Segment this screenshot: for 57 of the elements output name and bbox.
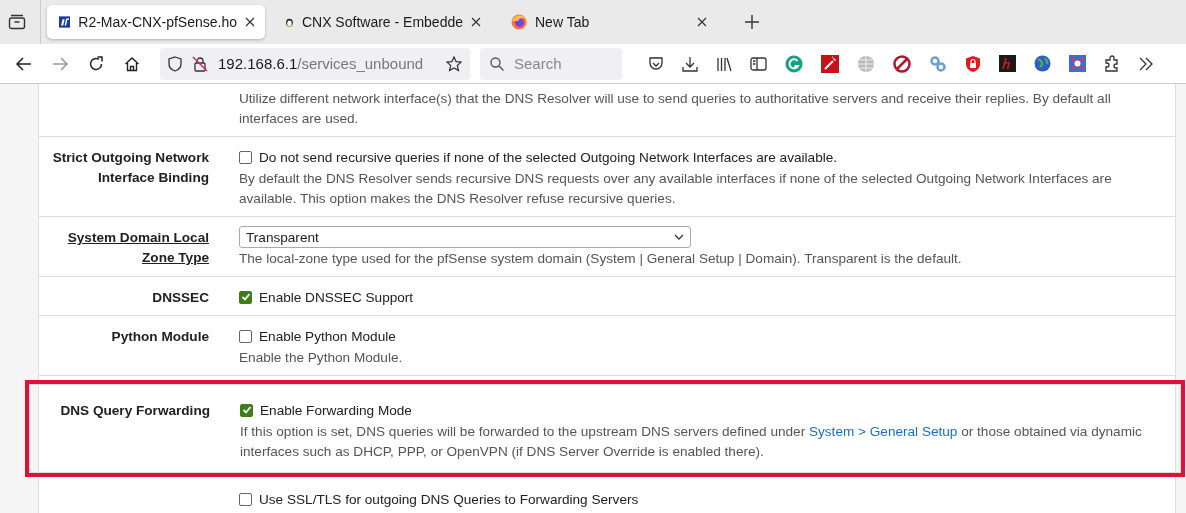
block-icon[interactable] [893, 54, 911, 73]
field-label: DNSSEC [152, 289, 209, 307]
help-text: Enable the Python Module. [239, 349, 404, 367]
browser-tab[interactable]: CNX Software - Embedde [273, 5, 491, 39]
field-label: Python Module [111, 328, 209, 346]
address-field[interactable]: 192.168.6.1/services_unbound [160, 47, 470, 80]
option-label: Enable Forwarding Mode [260, 402, 412, 418]
forward-icon[interactable] [50, 56, 70, 71]
overflow-menu-icon[interactable] [1138, 56, 1154, 71]
help-text: By default the DNS Resolver sends recursive DNS requests over any available interfaces if none of the selected Outgoing Network Interfaces are available. This option makes the DNS Resolver refuse recursive queries. [239, 170, 1113, 208]
checkbox[interactable] [239, 329, 252, 343]
shield-icon[interactable] [168, 55, 182, 72]
checkbox[interactable] [240, 403, 253, 417]
chain-link-icon[interactable] [929, 54, 947, 73]
home-icon[interactable] [122, 55, 142, 72]
insecure-lock-icon[interactable] [192, 55, 208, 72]
tab-overview-icon[interactable] [8, 14, 26, 30]
magic-wand-icon[interactable] [821, 54, 839, 73]
close-tab-icon[interactable] [697, 17, 707, 27]
search-field[interactable]: Search [480, 47, 622, 80]
close-tab-icon[interactable] [245, 17, 255, 27]
sidebar-icon[interactable] [750, 56, 767, 71]
checkbox[interactable] [239, 290, 252, 304]
browser-tab[interactable]: R2-Max-CNX-pfSense.ho [47, 5, 265, 39]
option-label: Enable Python Module [259, 328, 396, 344]
chevron-down-icon [674, 234, 684, 240]
help-text: Utilize different network interface(s) that the DNS Resolver will use to send queries to authoritative servers and receive their replies. By default all interfaces are used. [239, 90, 1112, 128]
g-logo-icon[interactable] [785, 54, 803, 73]
browser-tab[interactable]: New Tab [499, 5, 717, 39]
earth-icon[interactable] [1034, 55, 1051, 72]
crossed-tool-icon[interactable] [1069, 55, 1086, 72]
shield-lock-icon[interactable] [965, 54, 981, 73]
bookmark-star-icon[interactable] [446, 55, 462, 72]
close-tab-icon[interactable] [471, 17, 481, 27]
pocket-icon[interactable] [648, 55, 664, 72]
option-label: Use SSL/TLS for outgoing DNS Queries to Forwarding Servers [259, 491, 639, 507]
search-icon [490, 56, 504, 71]
checkbox[interactable] [239, 150, 252, 164]
help-text: The local-zone type used for the pfSense system domain (System | General Setup | Domain). Transparent is the default. [239, 250, 963, 268]
settings-link[interactable]: System > General Setup [808, 424, 958, 439]
option-label: Do not send recursive queries if none of the selected Outgoing Network Interfaces are available. [259, 149, 838, 165]
new-tab-icon[interactable] [745, 15, 759, 29]
h-logo-icon[interactable] [999, 55, 1016, 72]
back-icon[interactable] [14, 56, 34, 71]
library-icon[interactable] [716, 55, 732, 72]
pfsense-logo-icon [59, 14, 71, 30]
field-label[interactable]: System Domain Local Zone Type [39, 228, 209, 268]
search-input[interactable]: Search [512, 54, 606, 73]
zone-type-dropdown[interactable]: Transparent [239, 226, 691, 248]
field-label: DNS Query Forwarding [60, 402, 210, 420]
field-label: Strict Outgoing Network Interface Binding [51, 149, 209, 187]
browser-logo-icon [511, 14, 527, 30]
download-icon[interactable] [682, 55, 698, 72]
extensions-icon[interactable] [1104, 55, 1120, 72]
option-label: Enable DNSSEC Support [259, 289, 414, 305]
help-text: If this option is set, DNS queries will be forwarded to the upstream DNS servers defined under System > General Setup or those obtained via dynamic interfaces such as DHCP, PPP, or OpenVPN (if DNS Server Override is enabled there). [240, 423, 1143, 461]
checkbox[interactable] [239, 492, 252, 506]
